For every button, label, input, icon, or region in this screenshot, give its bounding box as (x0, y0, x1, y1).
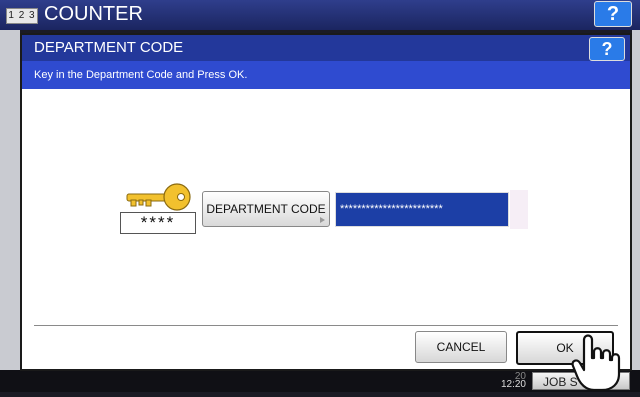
department-code-button[interactable]: DEPARTMENT CODE (202, 191, 330, 227)
help-button[interactable]: ? (589, 37, 625, 61)
clock: 20 12:20 (476, 372, 526, 390)
pointing-hand-icon (570, 330, 622, 397)
cancel-button[interactable]: CANCEL (415, 331, 507, 363)
counter-title: COUNTER (44, 3, 143, 25)
dialog-title-bar: DEPARTMENT CODE ? (22, 35, 630, 61)
arrow-right-icon (320, 217, 325, 223)
counter-icon: 1 2 3 (6, 8, 38, 24)
code-field-end (510, 190, 528, 229)
department-code-button-label: DEPARTMENT CODE (206, 202, 326, 216)
background-help-button[interactable]: ? (594, 1, 632, 27)
department-code-dialog: DEPARTMENT CODE ? Key in the Department … (20, 33, 632, 371)
masked-code-preview: **** (120, 212, 196, 234)
background-left-panel (0, 30, 20, 370)
background-right-panel (632, 30, 640, 370)
department-code-input[interactable]: ************************ (335, 192, 509, 227)
clock-time: 12:20 (500, 379, 526, 390)
divider (34, 325, 618, 326)
instruction-text: Key in the Department Code and Press OK. (34, 69, 248, 81)
instruction-bar: Key in the Department Code and Press OK. (22, 61, 630, 89)
dialog-title: DEPARTMENT CODE (34, 39, 184, 56)
